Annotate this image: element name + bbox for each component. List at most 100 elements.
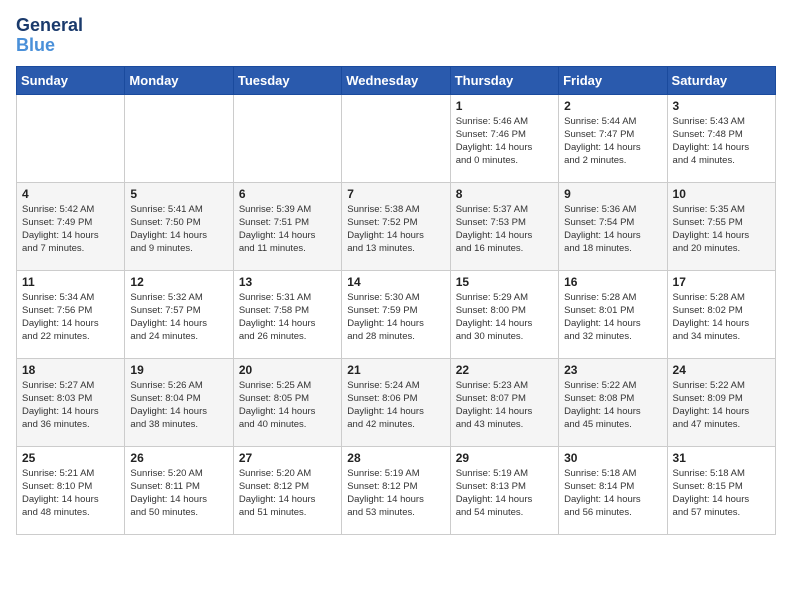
day-number: 7 xyxy=(347,187,444,201)
calendar-cell: 3 Sunrise: 5:43 AM Sunset: 7:48 PM Daylig… xyxy=(667,94,775,182)
day-info: Sunrise: 5:28 AM Sunset: 8:02 PM Dayligh… xyxy=(673,291,770,344)
day-info: Sunrise: 5:20 AM Sunset: 8:11 PM Dayligh… xyxy=(130,467,227,520)
calendar-cell xyxy=(342,94,450,182)
calendar-table: SundayMondayTuesdayWednesdayThursdayFrid… xyxy=(16,66,776,535)
day-number: 11 xyxy=(22,275,119,289)
calendar-cell: 20 Sunrise: 5:25 AM Sunset: 8:05 PM Dayli… xyxy=(233,358,341,446)
calendar-cell: 11 Sunrise: 5:34 AM Sunset: 7:56 PM Dayli… xyxy=(17,270,125,358)
calendar-cell: 2 Sunrise: 5:44 AM Sunset: 7:47 PM Daylig… xyxy=(559,94,667,182)
day-number: 15 xyxy=(456,275,553,289)
day-info: Sunrise: 5:19 AM Sunset: 8:13 PM Dayligh… xyxy=(456,467,553,520)
day-info: Sunrise: 5:25 AM Sunset: 8:05 PM Dayligh… xyxy=(239,379,336,432)
day-number: 16 xyxy=(564,275,661,289)
day-number: 14 xyxy=(347,275,444,289)
calendar-day-header: Thursday xyxy=(450,66,558,94)
day-number: 21 xyxy=(347,363,444,377)
calendar-cell: 10 Sunrise: 5:35 AM Sunset: 7:55 PM Dayli… xyxy=(667,182,775,270)
calendar-cell: 12 Sunrise: 5:32 AM Sunset: 7:57 PM Dayli… xyxy=(125,270,233,358)
calendar-cell: 21 Sunrise: 5:24 AM Sunset: 8:06 PM Dayli… xyxy=(342,358,450,446)
day-number: 17 xyxy=(673,275,770,289)
calendar-week-row: 25 Sunrise: 5:21 AM Sunset: 8:10 PM Dayli… xyxy=(17,446,776,534)
calendar-week-row: 11 Sunrise: 5:34 AM Sunset: 7:56 PM Dayli… xyxy=(17,270,776,358)
calendar-cell xyxy=(233,94,341,182)
calendar-cell: 16 Sunrise: 5:28 AM Sunset: 8:01 PM Dayli… xyxy=(559,270,667,358)
calendar-week-row: 18 Sunrise: 5:27 AM Sunset: 8:03 PM Dayli… xyxy=(17,358,776,446)
day-info: Sunrise: 5:22 AM Sunset: 8:08 PM Dayligh… xyxy=(564,379,661,432)
day-info: Sunrise: 5:21 AM Sunset: 8:10 PM Dayligh… xyxy=(22,467,119,520)
logo: General Blue GeneralBlue xyxy=(16,16,83,56)
calendar-cell: 29 Sunrise: 5:19 AM Sunset: 8:13 PM Dayli… xyxy=(450,446,558,534)
day-info: Sunrise: 5:28 AM Sunset: 8:01 PM Dayligh… xyxy=(564,291,661,344)
calendar-cell: 8Sunrise: 5:37 AM Sunset: 7:53 PM Daylig… xyxy=(450,182,558,270)
day-number: 8 xyxy=(456,187,553,201)
calendar-day-header: Tuesday xyxy=(233,66,341,94)
day-number: 27 xyxy=(239,451,336,465)
calendar-day-header: Saturday xyxy=(667,66,775,94)
calendar-day-header: Friday xyxy=(559,66,667,94)
calendar-cell: 19Sunrise: 5:26 AM Sunset: 8:04 PM Dayli… xyxy=(125,358,233,446)
day-number: 29 xyxy=(456,451,553,465)
calendar-cell: 9Sunrise: 5:36 AM Sunset: 7:54 PM Daylig… xyxy=(559,182,667,270)
day-info: Sunrise: 5:34 AM Sunset: 7:56 PM Dayligh… xyxy=(22,291,119,344)
day-info: Sunrise: 5:22 AM Sunset: 8:09 PM Dayligh… xyxy=(673,379,770,432)
calendar-cell: 26Sunrise: 5:20 AM Sunset: 8:11 PM Dayli… xyxy=(125,446,233,534)
day-info: Sunrise: 5:20 AM Sunset: 8:12 PM Dayligh… xyxy=(239,467,336,520)
calendar-header-row: SundayMondayTuesdayWednesdayThursdayFrid… xyxy=(17,66,776,94)
day-info: Sunrise: 5:18 AM Sunset: 8:14 PM Dayligh… xyxy=(564,467,661,520)
logo-text: GeneralBlue xyxy=(16,16,83,56)
calendar-cell: 14 Sunrise: 5:30 AM Sunset: 7:59 PM Dayli… xyxy=(342,270,450,358)
day-number: 3 xyxy=(673,99,770,113)
day-info: Sunrise: 5:19 AM Sunset: 8:12 PM Dayligh… xyxy=(347,467,444,520)
calendar-day-header: Monday xyxy=(125,66,233,94)
day-number: 28 xyxy=(347,451,444,465)
day-number: 31 xyxy=(673,451,770,465)
day-info: Sunrise: 5:43 AM Sunset: 7:48 PM Dayligh… xyxy=(673,115,770,168)
day-number: 30 xyxy=(564,451,661,465)
calendar-cell: 30 Sunrise: 5:18 AM Sunset: 8:14 PM Dayli… xyxy=(559,446,667,534)
day-number: 12 xyxy=(130,275,227,289)
day-number: 25 xyxy=(22,451,119,465)
day-info: Sunrise: 5:29 AM Sunset: 8:00 PM Dayligh… xyxy=(456,291,553,344)
day-number: 23 xyxy=(564,363,661,377)
day-info: Sunrise: 5:27 AM Sunset: 8:03 PM Dayligh… xyxy=(22,379,119,432)
calendar-cell: 5Sunrise: 5:41 AM Sunset: 7:50 PM Daylig… xyxy=(125,182,233,270)
day-info: Sunrise: 5:42 AM Sunset: 7:49 PM Dayligh… xyxy=(22,203,119,256)
calendar-cell xyxy=(17,94,125,182)
day-info: Sunrise: 5:35 AM Sunset: 7:55 PM Dayligh… xyxy=(673,203,770,256)
calendar-cell: 13Sunrise: 5:31 AM Sunset: 7:58 PM Dayli… xyxy=(233,270,341,358)
day-number: 2 xyxy=(564,99,661,113)
calendar-cell xyxy=(125,94,233,182)
day-info: Sunrise: 5:24 AM Sunset: 8:06 PM Dayligh… xyxy=(347,379,444,432)
calendar-cell: 28 Sunrise: 5:19 AM Sunset: 8:12 PM Dayli… xyxy=(342,446,450,534)
day-info: Sunrise: 5:23 AM Sunset: 8:07 PM Dayligh… xyxy=(456,379,553,432)
day-info: Sunrise: 5:36 AM Sunset: 7:54 PM Dayligh… xyxy=(564,203,661,256)
calendar-cell: 25 Sunrise: 5:21 AM Sunset: 8:10 PM Dayli… xyxy=(17,446,125,534)
calendar-cell: 1Sunrise: 5:46 AM Sunset: 7:46 PM Daylig… xyxy=(450,94,558,182)
day-info: Sunrise: 5:32 AM Sunset: 7:57 PM Dayligh… xyxy=(130,291,227,344)
day-number: 18 xyxy=(22,363,119,377)
day-info: Sunrise: 5:44 AM Sunset: 7:47 PM Dayligh… xyxy=(564,115,661,168)
calendar-cell: 31Sunrise: 5:18 AM Sunset: 8:15 PM Dayli… xyxy=(667,446,775,534)
calendar-week-row: 1Sunrise: 5:46 AM Sunset: 7:46 PM Daylig… xyxy=(17,94,776,182)
calendar-cell: 23 Sunrise: 5:22 AM Sunset: 8:08 PM Dayli… xyxy=(559,358,667,446)
day-number: 1 xyxy=(456,99,553,113)
calendar-week-row: 4 Sunrise: 5:42 AM Sunset: 7:49 PM Daylig… xyxy=(17,182,776,270)
day-info: Sunrise: 5:41 AM Sunset: 7:50 PM Dayligh… xyxy=(130,203,227,256)
day-number: 24 xyxy=(673,363,770,377)
calendar-cell: 7 Sunrise: 5:38 AM Sunset: 7:52 PM Daylig… xyxy=(342,182,450,270)
day-info: Sunrise: 5:31 AM Sunset: 7:58 PM Dayligh… xyxy=(239,291,336,344)
calendar-cell: 27 Sunrise: 5:20 AM Sunset: 8:12 PM Dayli… xyxy=(233,446,341,534)
day-number: 20 xyxy=(239,363,336,377)
calendar-cell: 18 Sunrise: 5:27 AM Sunset: 8:03 PM Dayli… xyxy=(17,358,125,446)
day-number: 4 xyxy=(22,187,119,201)
page-header: General Blue GeneralBlue xyxy=(16,16,776,56)
day-number: 6 xyxy=(239,187,336,201)
day-number: 10 xyxy=(673,187,770,201)
day-info: Sunrise: 5:30 AM Sunset: 7:59 PM Dayligh… xyxy=(347,291,444,344)
calendar-cell: 6Sunrise: 5:39 AM Sunset: 7:51 PM Daylig… xyxy=(233,182,341,270)
day-info: Sunrise: 5:38 AM Sunset: 7:52 PM Dayligh… xyxy=(347,203,444,256)
calendar-cell: 4 Sunrise: 5:42 AM Sunset: 7:49 PM Daylig… xyxy=(17,182,125,270)
calendar-cell: 17 Sunrise: 5:28 AM Sunset: 8:02 PM Dayli… xyxy=(667,270,775,358)
day-number: 19 xyxy=(130,363,227,377)
calendar-cell: 15 Sunrise: 5:29 AM Sunset: 8:00 PM Dayli… xyxy=(450,270,558,358)
